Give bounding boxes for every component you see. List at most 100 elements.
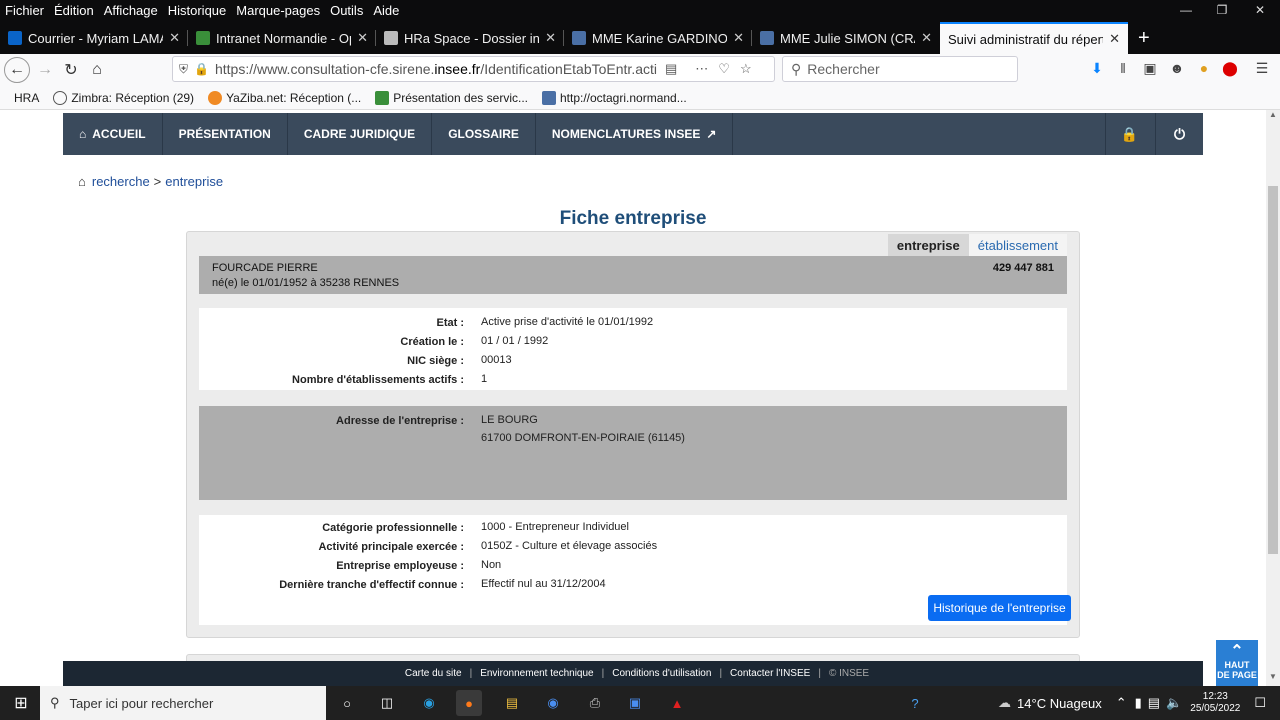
tab-etablissement[interactable]: établissement xyxy=(968,234,1067,257)
printer-icon[interactable]: ⎙ xyxy=(582,690,608,716)
hra-icon xyxy=(384,31,398,45)
tab-intranet[interactable]: Intranet Normandie - Ope ✕ xyxy=(188,22,376,54)
firefox-icon[interactable]: ● xyxy=(456,690,482,716)
taskbar-search-input[interactable]: ⚲ Taper ici pour rechercher xyxy=(40,686,326,720)
bookmark-octagri[interactable]: http://octagri.normand... xyxy=(541,90,687,105)
network-app-icon[interactable]: ▣ xyxy=(622,690,648,716)
menu-aide[interactable]: Aide xyxy=(368,3,404,18)
nav-cadre-juridique[interactable]: CADRE JURIDIQUE xyxy=(288,113,433,155)
siren-number: 429 447 881 xyxy=(992,262,1054,274)
tab-karine[interactable]: MME Karine GARDINOT ( ✕ xyxy=(564,22,752,54)
file-explorer-icon[interactable]: ▤ xyxy=(499,690,525,716)
library-icon[interactable]: ‖ xyxy=(1113,60,1133,80)
shield-icon[interactable]: ⛨ xyxy=(179,62,188,77)
footer-contact-link[interactable]: Contacter l'INSEE xyxy=(722,668,818,679)
row-value: 1 xyxy=(481,373,488,385)
nav-label: NOMENCLATURES INSEE xyxy=(551,127,701,141)
tab-title: Suivi administratif du répertoi xyxy=(948,31,1104,47)
page-actions-icon[interactable]: ⋯ xyxy=(695,61,708,77)
footer-environment-link[interactable]: Environnement technique xyxy=(472,668,601,679)
close-tab-icon[interactable]: ✕ xyxy=(1109,31,1120,47)
close-tab-icon[interactable]: ✕ xyxy=(169,30,180,46)
tab-courrier[interactable]: Courrier - Myriam LAMAR ✕ xyxy=(0,22,188,54)
clock[interactable]: 12:23 25/05/2022 xyxy=(1190,691,1240,715)
acrobat-icon[interactable]: ▲ xyxy=(664,690,690,716)
power-icon[interactable]: ⏻ xyxy=(1155,113,1203,155)
account-icon[interactable]: ☻ xyxy=(1167,60,1187,80)
nav-presentation[interactable]: PRÉSENTATION xyxy=(163,113,288,155)
row-value: Non xyxy=(481,559,502,571)
menu-outils[interactable]: Outils xyxy=(325,3,368,18)
battery-icon[interactable]: ▮ xyxy=(1135,695,1142,711)
nav-label: GLOSSAIRE xyxy=(448,127,519,141)
forward-icon[interactable]: → xyxy=(32,57,58,83)
help-icon[interactable]: ? xyxy=(902,690,928,716)
minimize-icon[interactable]: — xyxy=(1168,0,1204,20)
task-view-icon[interactable]: ◫ xyxy=(374,690,400,716)
close-tab-icon[interactable]: ✕ xyxy=(921,30,932,46)
menu-icon[interactable]: ☰ xyxy=(1252,60,1272,80)
search-input[interactable]: ⚲ Rechercher xyxy=(782,56,1018,82)
sidebar-icon[interactable]: ▣ xyxy=(1140,60,1160,80)
url-host: insee.fr xyxy=(434,61,481,77)
scroll-down-icon[interactable]: ▼ xyxy=(1266,672,1280,686)
menu-historique[interactable]: Historique xyxy=(163,3,232,18)
back-to-top-button[interactable]: ⌃ HAUT DE PAGE xyxy=(1216,640,1258,686)
network-icon[interactable]: ▤ xyxy=(1148,695,1160,711)
bookmark-zimbra[interactable]: Zimbra: Réception (29) xyxy=(53,90,194,105)
nav-glossaire[interactable]: GLOSSAIRE xyxy=(432,113,536,155)
yaziba-icon xyxy=(208,90,223,105)
row-value: 0150Z - Culture et élevage associés xyxy=(481,540,658,552)
reload-icon[interactable]: ↻ xyxy=(58,57,84,83)
restore-icon[interactable]: ❐ xyxy=(1204,0,1240,20)
page-scrollbar[interactable]: ▲ ▼ xyxy=(1266,110,1280,686)
close-window-icon[interactable]: ✕ xyxy=(1242,0,1278,20)
bookmark-presentation[interactable]: Présentation des servic... xyxy=(375,90,528,105)
edge-icon[interactable]: ◉ xyxy=(416,690,442,716)
info-row: Nombre d'établissements actifs : 1 xyxy=(199,373,1067,387)
lock-icon[interactable]: 🔒 xyxy=(1105,113,1153,155)
windows-start-icon[interactable]: ⊞ xyxy=(8,690,34,716)
tab-julie[interactable]: MME Julie SIMON (CRAN ✕ xyxy=(752,22,940,54)
menu-fichier[interactable]: Fichier xyxy=(0,3,49,18)
nav-accueil[interactable]: ⌂ ACCUEIL xyxy=(63,113,163,155)
close-tab-icon[interactable]: ✕ xyxy=(733,30,744,46)
download-icon[interactable]: ⬇ xyxy=(1087,60,1107,80)
reader-view-icon[interactable]: ▤ xyxy=(665,61,677,77)
pocket-icon[interactable]: ♡ xyxy=(718,61,730,77)
cortana-icon[interactable]: ○ xyxy=(334,690,360,716)
weather-text[interactable]: 14°C Nuageux xyxy=(1017,696,1102,711)
company-name: FOURCADE PIERRE xyxy=(212,262,318,274)
footer-sitemap-link[interactable]: Carte du site xyxy=(397,668,470,679)
breadcrumb-recherche[interactable]: recherche xyxy=(92,174,150,189)
close-tab-icon[interactable]: ✕ xyxy=(545,30,556,46)
scroll-up-icon[interactable]: ▲ xyxy=(1266,110,1280,124)
menu-affichage[interactable]: Affichage xyxy=(99,3,163,18)
clock-date: 25/05/2022 xyxy=(1190,703,1241,714)
notifications-icon[interactable]: ☐ xyxy=(1254,695,1266,711)
footer-conditions-link[interactable]: Conditions d'utilisation xyxy=(604,668,719,679)
tab-suivi-active[interactable]: Suivi administratif du répertoi ✕ xyxy=(940,22,1128,54)
extension-icon[interactable]: ● xyxy=(1194,60,1214,80)
back-icon[interactable]: ← xyxy=(4,57,30,83)
history-button[interactable]: Historique de l'entreprise xyxy=(928,595,1071,621)
breadcrumb-entreprise[interactable]: entreprise xyxy=(165,174,223,189)
bookmark-hra[interactable]: HRA xyxy=(14,91,39,105)
chevron-up-icon[interactable]: ⌃ xyxy=(1116,695,1127,711)
thunderbird-icon[interactable]: ◉ xyxy=(540,690,566,716)
new-tab-icon[interactable]: + xyxy=(1138,22,1150,54)
home-icon[interactable]: ⌂ xyxy=(84,57,110,83)
volume-icon[interactable]: 🔈 xyxy=(1166,695,1182,711)
external-link-icon: ↗ xyxy=(706,127,717,141)
scroll-thumb[interactable] xyxy=(1268,186,1278,554)
menu-marque-pages[interactable]: Marque-pages xyxy=(231,3,325,18)
bookmark-star-icon[interactable]: ☆ xyxy=(740,61,752,77)
menu-edition[interactable]: Édition xyxy=(49,3,99,18)
adblock-icon[interactable]: ⬤ xyxy=(1220,60,1240,80)
url-bar[interactable]: ⛨ 🔒 https://www.consultation-cfe.sirene.… xyxy=(172,56,775,82)
tab-hra-space[interactable]: HRa Space - Dossier indiv ✕ xyxy=(376,22,564,54)
nav-nomenclatures[interactable]: NOMENCLATURES INSEE ↗ xyxy=(536,113,734,155)
bookmark-yaziba[interactable]: YaZiba.net: Réception (... xyxy=(208,90,361,105)
tab-entreprise[interactable]: entreprise xyxy=(887,234,969,257)
close-tab-icon[interactable]: ✕ xyxy=(357,30,368,46)
